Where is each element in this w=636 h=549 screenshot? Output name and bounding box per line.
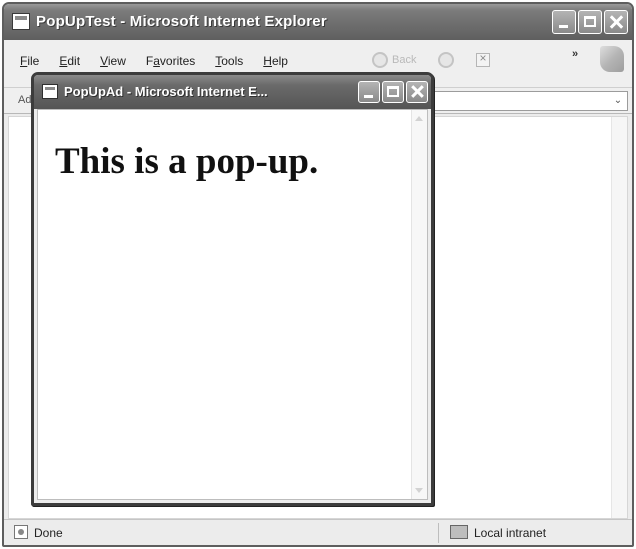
- scroll-down-icon[interactable]: [415, 488, 423, 493]
- status-bar: Done Local intranet: [4, 519, 632, 545]
- security-zone-text: Local intranet: [474, 526, 547, 540]
- menu-help[interactable]: Help: [263, 54, 288, 68]
- main-vertical-scrollbar[interactable]: [611, 117, 627, 518]
- popup-minimize-button[interactable]: [358, 81, 380, 103]
- page-status-icon: [14, 525, 28, 539]
- ie-page-icon: [42, 84, 58, 99]
- close-icon: [605, 11, 627, 33]
- windows-flag-icon: [600, 46, 624, 72]
- menu-tools[interactable]: Tools: [215, 54, 243, 68]
- popup-close-button[interactable]: [406, 81, 428, 103]
- close-icon: [407, 82, 427, 102]
- main-close-button[interactable]: [604, 10, 628, 34]
- main-window-controls: [552, 10, 628, 34]
- intranet-zone-icon: [450, 525, 468, 539]
- back-button[interactable]: Back: [372, 52, 416, 68]
- forward-button[interactable]: [438, 52, 455, 68]
- minimize-icon: [364, 95, 373, 98]
- minimize-icon: [559, 25, 568, 28]
- navigation-toolbar: Back: [372, 51, 491, 68]
- menu-bar: File Edit View Favorites Tools Help: [20, 54, 288, 68]
- main-title-bar[interactable]: PopUpTest - Microsoft Internet Explorer: [4, 4, 632, 40]
- popup-title-bar[interactable]: PopUpAd - Microsoft Internet E...: [34, 75, 431, 109]
- back-arrow-icon: [372, 52, 388, 68]
- main-window-title: PopUpTest - Microsoft Internet Explorer: [36, 13, 327, 30]
- menu-edit[interactable]: Edit: [59, 54, 80, 68]
- address-label: Ad: [18, 94, 32, 106]
- popup-page-content: This is a pop-up.: [37, 109, 428, 500]
- maximize-icon: [584, 16, 596, 27]
- menu-file[interactable]: File: [20, 54, 39, 68]
- menu-favorites[interactable]: Favorites: [146, 54, 195, 68]
- chevron-down-icon[interactable]: ⌄: [609, 92, 627, 110]
- popup-window-title: PopUpAd - Microsoft Internet E...: [64, 84, 268, 99]
- menu-view[interactable]: View: [100, 54, 126, 68]
- popup-heading: This is a pop-up.: [55, 141, 319, 182]
- scroll-up-icon[interactable]: [415, 116, 423, 121]
- toolbar-chevron-icon[interactable]: »: [572, 48, 578, 60]
- popup-window: PopUpAd - Microsoft Internet E... This i…: [31, 72, 434, 506]
- status-text: Done: [34, 526, 63, 540]
- maximize-icon: [387, 86, 399, 97]
- main-minimize-button[interactable]: [552, 10, 576, 34]
- main-maximize-button[interactable]: [578, 10, 602, 34]
- popup-window-controls: [358, 81, 428, 105]
- popup-maximize-button[interactable]: [382, 81, 404, 103]
- stop-button[interactable]: [476, 51, 491, 67]
- status-divider: [438, 523, 439, 543]
- ie-page-icon: [12, 13, 30, 30]
- popup-vertical-scrollbar[interactable]: [411, 110, 427, 499]
